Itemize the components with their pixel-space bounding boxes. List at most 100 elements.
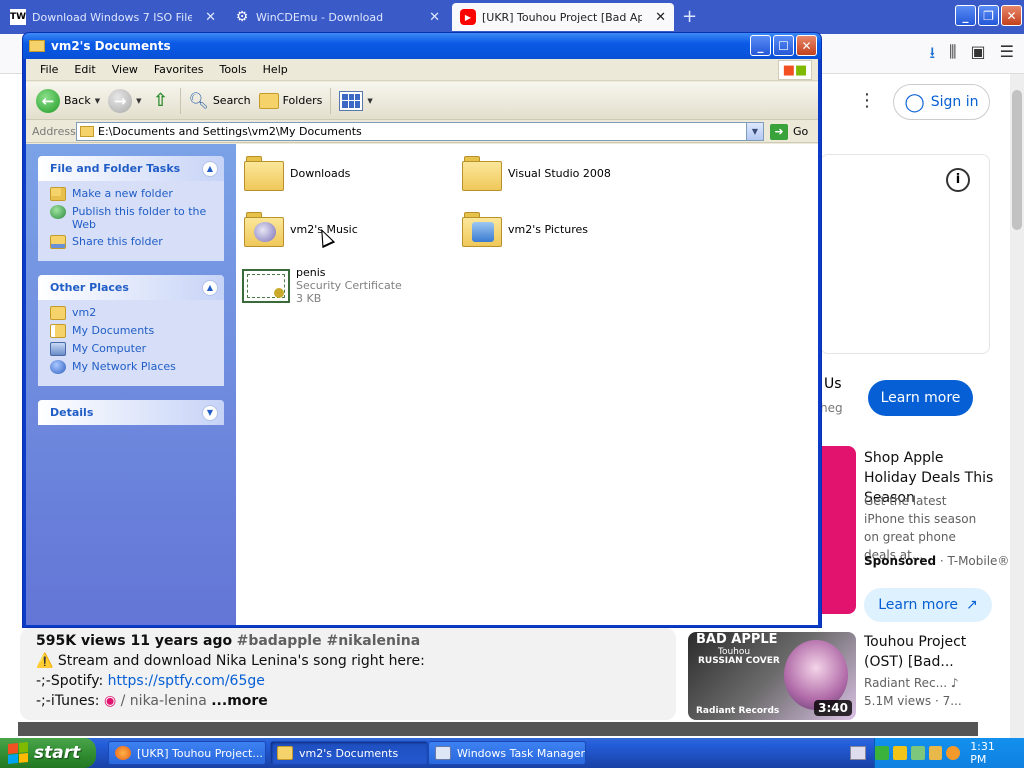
browser-tab[interactable]: ⚙ WinCDEmu - Download ✕ <box>226 3 448 31</box>
more-options-icon[interactable]: ⋮ <box>858 90 876 111</box>
forward-button[interactable]: → ▼ <box>104 86 145 116</box>
task-label: [UKR] Touhou Project... <box>137 746 263 760</box>
place-my-documents-link[interactable]: My Documents <box>50 324 214 338</box>
chevron-down-icon[interactable]: ▼ <box>95 97 100 105</box>
taskbar: start [UKR] Touhou Project... vm2's Docu… <box>0 738 1024 768</box>
share-folder-link[interactable]: Share this folder <box>50 235 214 249</box>
pane-header[interactable]: File and Folder Tasks ▲ <box>38 156 224 181</box>
show-more-link[interactable]: ...more <box>211 693 268 709</box>
file-item-certificate[interactable]: penis Security Certificate 3 KB <box>242 266 402 305</box>
download-icon[interactable]: ⭳ <box>930 42 936 69</box>
up-button[interactable]: ⇧ <box>146 86 176 116</box>
folder-item-pictures[interactable]: vm2's Pictures <box>462 210 588 248</box>
browser-tab[interactable]: TW Download Windows 7 ISO File -Ult ✕ <box>2 3 224 31</box>
address-input[interactable]: E:\Documents and Settings\vm2\My Documen… <box>76 122 764 141</box>
new-folder-icon <box>50 187 66 201</box>
item-label: Visual Studio 2008 <box>508 166 611 180</box>
link-label: My Computer <box>72 342 147 355</box>
search-icon[interactable] <box>946 746 961 760</box>
restore-icon[interactable]: ❐ <box>978 5 999 26</box>
folder-item-music[interactable]: vm2's Music <box>244 210 358 248</box>
music-folder-icon <box>244 210 284 248</box>
menu-edit[interactable]: Edit <box>66 63 103 76</box>
menu-help[interactable]: Help <box>255 63 296 76</box>
sidebar-icon[interactable]: ▣ <box>971 42 986 69</box>
music-note-icon: ♪ <box>950 676 959 690</box>
learn-more-button[interactable]: Learn more <box>868 380 973 416</box>
video-description[interactable]: 595K views 11 years ago #badapple #nikal… <box>20 628 676 720</box>
itunes-link[interactable]: / nika-lenina <box>121 693 207 709</box>
green-tray-icon[interactable] <box>874 746 889 760</box>
place-my-computer-link[interactable]: My Computer <box>50 342 214 356</box>
volume-icon[interactable] <box>928 746 943 760</box>
page-scrollbar[interactable] <box>1010 74 1024 738</box>
taskbar-item-task-manager[interactable]: Windows Task Manager <box>428 741 586 765</box>
expand-icon[interactable]: ▼ <box>202 404 218 421</box>
info-icon[interactable]: i <box>946 168 970 192</box>
folder-item-visual-studio[interactable]: Visual Studio 2008 <box>462 154 611 192</box>
taskbar-item-browser[interactable]: [UKR] Touhou Project... <box>108 741 266 765</box>
chevron-down-icon[interactable]: ▼ <box>746 123 763 140</box>
place-network-places-link[interactable]: My Network Places <box>50 360 214 374</box>
file-list: Downloads Visual Studio 2008 vm2's Music… <box>236 144 818 625</box>
collapse-icon[interactable]: ▲ <box>202 279 218 296</box>
sign-in-button[interactable]: ◯ Sign in <box>893 84 990 120</box>
publish-folder-link[interactable]: Publish this folder to the Web <box>50 205 214 231</box>
pane-header[interactable]: Details ▼ <box>38 400 224 425</box>
address-value: E:\Documents and Settings\vm2\My Documen… <box>98 125 362 138</box>
close-icon[interactable]: ✕ <box>205 10 216 25</box>
folder-item-downloads[interactable]: Downloads <box>244 154 350 192</box>
close-icon[interactable]: ✕ <box>796 35 817 56</box>
chevron-down-icon: ▼ <box>367 96 373 105</box>
close-icon[interactable]: ✕ <box>429 10 440 25</box>
pane-title: Other Places <box>50 281 129 294</box>
place-vm2-link[interactable]: vm2 <box>50 306 214 320</box>
pane-header[interactable]: Other Places ▲ <box>38 275 224 300</box>
collapse-icon[interactable]: ▲ <box>202 160 218 177</box>
spotify-link[interactable]: https://sptfy.com/65ge <box>108 673 265 689</box>
menu-icon[interactable]: ☰ <box>1000 42 1014 69</box>
learn-more-secondary-button[interactable]: Learn more ↗ <box>864 588 992 622</box>
link-label: Share this folder <box>72 235 163 248</box>
explorer-titlebar[interactable]: vm2's Documents _ ☐ ✕ <box>23 33 821 59</box>
minimize-icon[interactable]: _ <box>750 35 771 56</box>
start-button[interactable]: start <box>0 738 96 768</box>
library-icon[interactable]: ⫼ <box>949 42 956 69</box>
minimize-icon[interactable]: _ <box>955 5 976 26</box>
recommended-channel[interactable]: Radiant Rec... ♪ <box>864 676 959 690</box>
network-tray-icon[interactable] <box>910 746 925 760</box>
security-shield-icon[interactable] <box>892 746 907 760</box>
back-button[interactable]: ← Back ▼ <box>32 86 104 116</box>
menu-file[interactable]: File <box>32 63 66 76</box>
thumb-title: BAD APPLE <box>696 632 778 647</box>
recommended-thumbnail[interactable]: BAD APPLE Touhou RUSSIAN COVER Radiant R… <box>688 632 856 720</box>
close-icon[interactable]: ✕ <box>655 10 666 25</box>
new-tab-icon[interactable]: + <box>682 6 697 27</box>
close-icon[interactable]: ✕ <box>1001 5 1022 26</box>
search-button[interactable]: 🔍︎ Search <box>185 86 255 116</box>
channel-name: Radiant Rec... <box>864 676 948 690</box>
views-button[interactable]: ▼ <box>335 86 376 116</box>
go-button[interactable]: ➜ Go <box>770 123 808 140</box>
menu-tools[interactable]: Tools <box>212 63 255 76</box>
browser-tab-active[interactable]: ▶ [UKR] Touhou Project [Bad Apple ✕ <box>452 3 674 31</box>
clock[interactable]: 1:31 PM <box>970 740 1014 766</box>
horizontal-scrollbar[interactable] <box>18 722 978 736</box>
back-arrow-icon: ← <box>36 88 60 113</box>
keyboard-icon[interactable] <box>850 746 866 760</box>
menu-view[interactable]: View <box>104 63 146 76</box>
make-new-folder-link[interactable]: Make a new folder <box>50 187 214 201</box>
recommended-title[interactable]: Touhou Project (OST) [Bad... <box>864 632 1004 672</box>
chevron-down-icon[interactable]: ▼ <box>136 97 141 105</box>
hashtags[interactable]: #badapple #nikalenina <box>237 633 421 649</box>
menu-favorites[interactable]: Favorites <box>146 63 212 76</box>
folder-icon <box>277 746 293 760</box>
scrollbar-thumb[interactable] <box>1012 90 1022 230</box>
maximize-icon[interactable]: ☐ <box>773 35 794 56</box>
folders-button[interactable]: Folders <box>255 86 327 116</box>
ad-thumbnail[interactable] <box>820 446 856 614</box>
windows-logo-icon: ■ ■ <box>778 60 812 80</box>
taskbar-item-explorer[interactable]: vm2's Documents <box>270 741 428 765</box>
pane-body: vm2 My Documents My Computer My Network … <box>38 300 224 386</box>
tab-title: WinCDEmu - Download <box>256 10 384 24</box>
